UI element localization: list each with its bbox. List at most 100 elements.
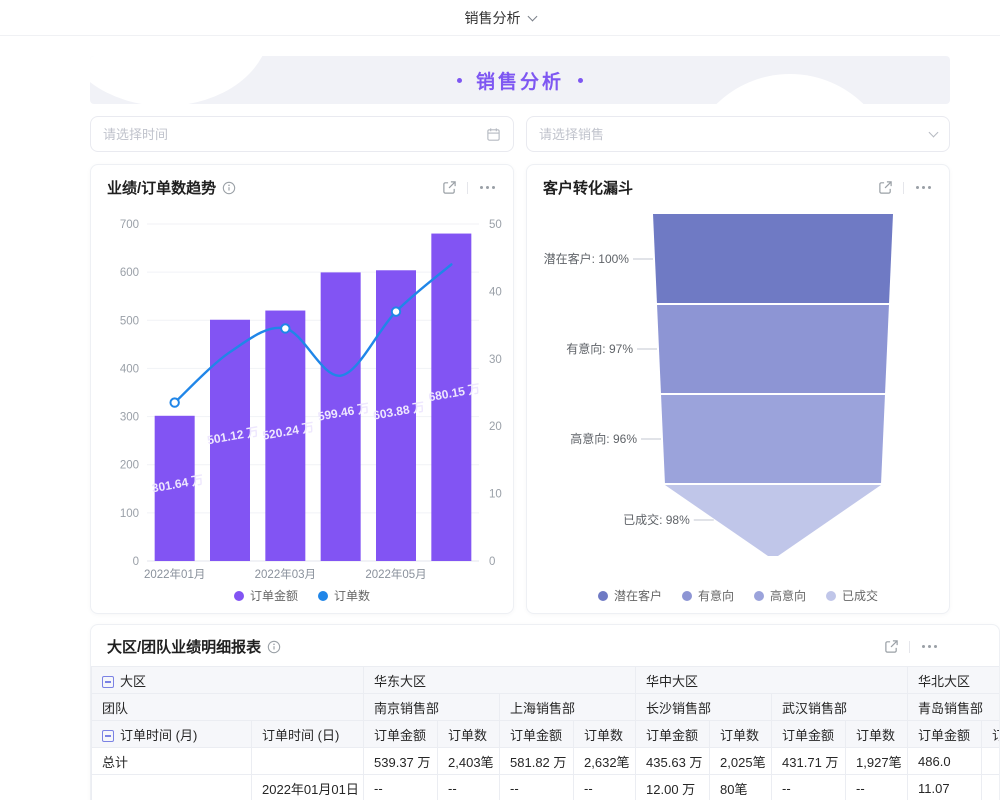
table-cell: 2,025笔 [710,748,772,775]
table-header-row: 订单时间 (月)订单时间 (日)订单金额订单数订单金额订单数订单金额订单数订单金… [92,721,1000,748]
table-header-cell: 大区 [92,667,364,694]
svg-text:2022年05月: 2022年05月 [365,567,426,581]
svg-text:40: 40 [489,286,502,298]
svg-text:潜在客户: 100%: 潜在客户: 100% [544,251,630,266]
table-cell: -- [846,775,908,800]
left-axis-labels: 0100200300400500600700 [120,219,139,568]
table-cell: 539.37 万 [364,748,438,775]
table-header-cell: 订单金额 [364,721,438,748]
sales-filter[interactable] [526,116,950,152]
table-cell: -- [500,775,574,800]
legend-item[interactable]: 潜在客户 [598,587,662,604]
calendar-icon[interactable] [486,127,501,142]
line-marker[interactable] [170,398,178,406]
funnel-segment[interactable] [661,395,885,483]
legend-item[interactable]: 订单金额 [234,587,298,604]
table-cell [982,775,999,800]
table-cell: 2,403笔 [438,748,500,775]
legend-label: 订单数 [334,587,370,604]
table-header-cell: 订单时间 (月) [92,721,252,748]
table-header-cell: 订单数 [574,721,636,748]
chevron-down-icon[interactable] [527,11,537,21]
legend-item[interactable]: 订单数 [318,587,370,604]
table-cell [92,775,252,800]
trend-card: 业绩/订单数趋势 01002003004 [90,164,514,614]
table-cell: 12.00 万 [636,775,710,800]
export-icon[interactable] [884,639,899,654]
table-cell: 486.0 [908,748,982,775]
sales-filter-input[interactable] [539,127,930,142]
svg-text:2022年03月: 2022年03月 [255,567,316,581]
chart-row: 业绩/订单数趋势 01002003004 [90,164,950,614]
right-axis-labels: 01020304050 [489,219,502,568]
funnel-card-title: 客户转化漏斗 [543,177,633,198]
divider [909,641,910,653]
legend-dot [826,591,836,601]
table-cell: -- [438,775,500,800]
time-filter-input[interactable] [103,127,486,142]
funnel-segment[interactable] [653,214,893,303]
svg-text:2022年01月: 2022年01月 [144,567,205,581]
table-header-cell: 订单金额 [772,721,846,748]
legend-dot [234,591,244,601]
table-row: 2022年01月01日--------12.00 万80笔----11.07 [92,775,1000,800]
table-cell: 2022年01月01日 [252,775,364,800]
svg-text:200: 200 [120,460,139,472]
chevron-down-icon[interactable] [929,128,939,138]
table-header-cell: 华中大区 [636,667,908,694]
svg-text:500: 500 [120,315,139,327]
table-cell: -- [772,775,846,800]
svg-text:0: 0 [489,556,495,568]
table-header-cell: 南京销售部 [364,694,500,721]
more-icon[interactable] [478,184,497,191]
line-marker[interactable] [392,307,400,315]
legend-item[interactable]: 高意向 [754,587,806,604]
collapse-icon[interactable] [102,676,114,688]
table-header-cell: 订单数 [710,721,772,748]
dot-decoration [457,78,462,83]
svg-text:已成交: 98%: 已成交: 98% [623,512,690,527]
table-header-cell: 订单时间 (日) [252,721,364,748]
report-card: 大区/团队业绩明细报表 大区华东大区华中大区华北大区团队南京销售部上海销售部长沙… [90,624,1000,800]
export-icon[interactable] [878,180,893,195]
table-cell: 2,632笔 [574,748,636,775]
page-title[interactable]: 销售分析 [465,8,521,28]
banner-title: 销售分析 [476,67,564,94]
table-cell: 80笔 [710,775,772,800]
bar-series [155,234,472,561]
funnel-segments [653,214,893,556]
table-header-cell: 青岛销售部 [908,694,999,721]
table-header-cell: 武汉销售部 [772,694,908,721]
legend-label: 已成交 [842,587,878,604]
table-header-cell: 长沙销售部 [636,694,772,721]
line-marker[interactable] [281,324,289,332]
legend-dot [598,591,608,601]
svg-text:600: 600 [120,267,139,279]
legend-item[interactable]: 已成交 [826,587,878,604]
table-header-cell: 华东大区 [364,667,636,694]
table-cell: 11.07 [908,775,982,800]
legend-dot [754,591,764,601]
svg-text:20: 20 [489,421,502,433]
table-header-row: 团队南京销售部上海销售部长沙销售部武汉销售部青岛销售部 [92,694,1000,721]
table-header-cell: 订单数 [438,721,500,748]
svg-text:高意向: 96%: 高意向: 96% [570,431,637,446]
table-header-cell: 订单金额 [636,721,710,748]
time-filter[interactable] [90,116,514,152]
svg-text:300: 300 [120,412,139,424]
report-table-wrap: 大区华东大区华中大区华北大区团队南京销售部上海销售部长沙销售部武汉销售部青岛销售… [91,666,999,800]
more-icon[interactable] [914,184,933,191]
more-icon[interactable] [920,643,939,650]
funnel-segment[interactable] [657,305,889,393]
trend-legend: 订单金额 订单数 [91,587,513,604]
funnel-chart-body: 潜在客户: 100%有意向: 97%高意向: 96%已成交: 98% 潜在客户有… [527,206,949,614]
info-icon[interactable] [267,640,281,654]
report-table: 大区华东大区华中大区华北大区团队南京销售部上海销售部长沙销售部武汉销售部青岛销售… [91,666,999,800]
table-cell [982,748,999,775]
info-icon[interactable] [222,181,236,195]
collapse-icon[interactable] [102,730,114,742]
legend-item[interactable]: 有意向 [682,587,734,604]
table-cell [252,748,364,775]
table-header-cell: 团队 [92,694,364,721]
export-icon[interactable] [442,180,457,195]
